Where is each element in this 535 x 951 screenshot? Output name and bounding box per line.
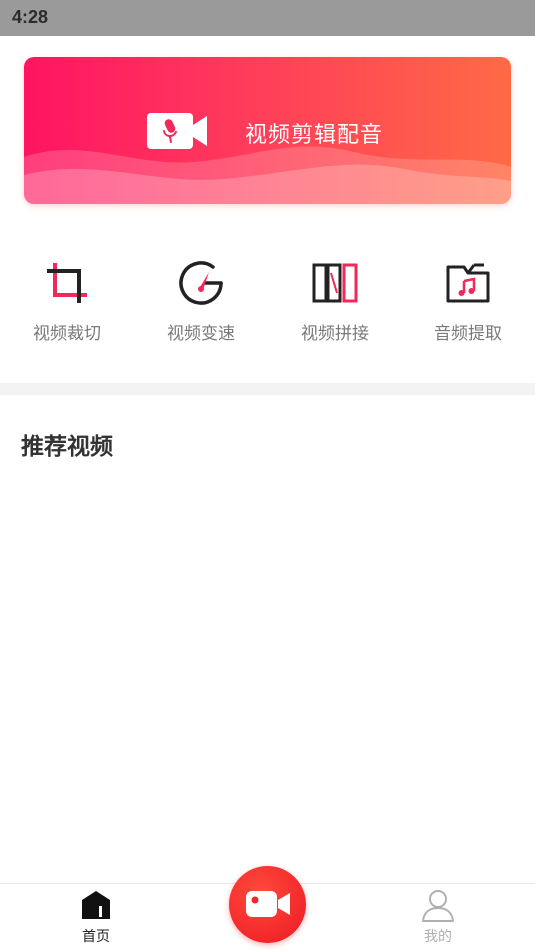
home-screen: 4:28 视频剪辑配音 视频裁切 视频变速 视频拼接 音频提取 推荐视频 首页 … xyxy=(0,0,535,951)
tool-label: 视频拼接 xyxy=(301,324,369,344)
user-icon xyxy=(422,890,454,922)
banner-video-dubbing[interactable]: 视频剪辑配音 xyxy=(24,57,511,204)
tool-label: 视频变速 xyxy=(167,324,235,344)
video-camera-icon xyxy=(246,891,290,917)
section-title-recommended: 推荐视频 xyxy=(21,434,113,460)
section-divider xyxy=(0,383,535,395)
video-mic-icon xyxy=(147,113,207,149)
music-folder-icon xyxy=(446,263,490,303)
home-icon xyxy=(82,891,110,919)
status-time: 4:28 xyxy=(12,7,49,27)
nav-mine-label: 我的 xyxy=(424,929,452,945)
banner-title: 视频剪辑配音 xyxy=(245,123,384,148)
status-bar: 4:28 xyxy=(0,0,535,36)
tool-video-splice[interactable]: 视频拼接 xyxy=(275,255,395,345)
quick-tools: 视频裁切 视频变速 视频拼接 音频提取 xyxy=(0,255,535,355)
tool-label: 音频提取 xyxy=(434,324,502,344)
record-button[interactable] xyxy=(229,866,306,943)
speedometer-icon xyxy=(179,261,223,305)
tool-video-crop[interactable]: 视频裁切 xyxy=(7,255,127,345)
nav-mine[interactable]: 我的 xyxy=(398,888,478,946)
tool-audio-extract[interactable]: 音频提取 xyxy=(408,255,528,345)
nav-home[interactable]: 首页 xyxy=(56,888,136,946)
tool-video-speed[interactable]: 视频变速 xyxy=(141,255,261,345)
crop-icon xyxy=(47,263,87,303)
nav-home-label: 首页 xyxy=(82,929,110,945)
splice-icon xyxy=(312,263,358,303)
tool-label: 视频裁切 xyxy=(33,324,101,344)
